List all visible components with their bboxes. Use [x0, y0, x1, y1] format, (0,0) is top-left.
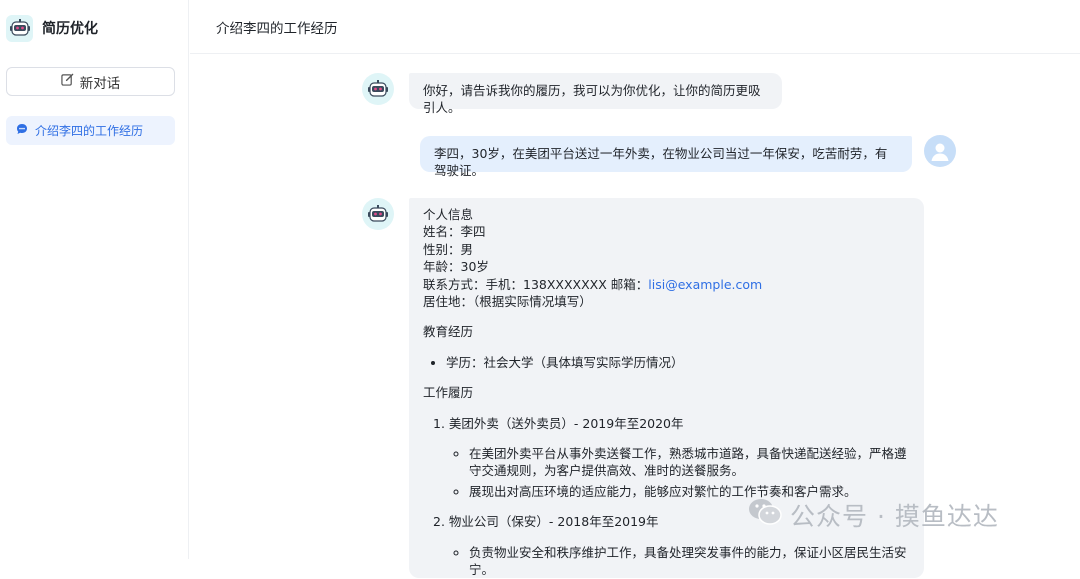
- name-line: 姓名：李四: [423, 224, 486, 240]
- new-chat-button[interactable]: 新对话: [6, 67, 175, 96]
- work-heading: 工作履历: [423, 385, 474, 401]
- residence-line: 居住地：（根据实际情况填写）: [423, 294, 592, 310]
- education-item: 学历：社会大学（具体填写实际学历情况）: [446, 354, 910, 371]
- job-item: 1. 美团外卖（送外卖员）- 2019年至2020年 在美团外卖平台从事外卖送餐…: [433, 415, 910, 501]
- gender-line: 性别：男: [423, 241, 474, 257]
- sidebar: 简历优化 新对话 介绍李四的工作经历: [0, 0, 189, 559]
- user-message-text: 李四，30岁，在美团平台送过一年外卖，在物业公司当过一年保安，吃苦耐劳，有驾驶证…: [434, 146, 888, 179]
- age-line: 年龄：30岁: [423, 259, 489, 275]
- education-list: 学历：社会大学（具体填写实际学历情况）: [423, 354, 910, 371]
- job-title: 1. 美团外卖（送外卖员）- 2019年至2020年: [433, 415, 684, 431]
- job-bullet: 负责物业安全和秩序维护工作，具备处理突发事件的能力，保证小区居民生活安宁。: [469, 544, 910, 579]
- job-bullets: 在美团外卖平台从事外卖送餐工作，熟悉城市道路，具备快递配送经验，严格遵守交通规则…: [433, 445, 910, 500]
- robot-logo-icon: [6, 14, 33, 42]
- chat-title: 介绍李四的工作经历: [216, 20, 338, 37]
- greeting-text: 你好，请告诉我你的履历，我可以为你优化，让你的简历更吸引人。: [423, 83, 761, 116]
- sidebar-item-conversation[interactable]: 介绍李四的工作经历: [6, 116, 175, 145]
- job-bullet: 在美团外卖平台从事外卖送餐工作，熟悉城市道路，具备快递配送经验，严格遵守交通规则…: [469, 445, 910, 480]
- watermark-text: 公众号 · 摸鱼达达: [790, 502, 999, 531]
- brand: 简历优化: [6, 13, 98, 43]
- conversation-label: 介绍李四的工作经历: [35, 124, 144, 138]
- job-bullets: 负责物业安全和秩序维护工作，具备处理突发事件的能力，保证小区居民生活安宁。: [433, 544, 910, 579]
- watermark: 公众号 · 摸鱼达达: [748, 497, 999, 533]
- contact-line: 联系方式：手机：138XXXXXXX 邮箱：lisi@example.com: [423, 276, 910, 293]
- personal-heading: 个人信息: [423, 207, 474, 222]
- edit-icon: [61, 73, 74, 90]
- contact-prefix: 联系方式：手机：138XXXXXXX 邮箱：: [423, 276, 649, 292]
- bot-avatar-icon: [362, 198, 394, 230]
- bot-avatar-icon: [362, 73, 394, 105]
- user-bubble: 李四，30岁，在美团平台送过一年外卖，在物业公司当过一年保安，吃苦耐劳，有驾驶证…: [420, 136, 912, 178]
- greeting-bubble: 你好，请告诉我你的履历，我可以为你优化，让你的简历更吸引人。: [409, 73, 782, 115]
- chat-bubble-icon: [16, 123, 28, 138]
- user-avatar-icon: [924, 135, 956, 167]
- new-chat-label: 新对话: [79, 75, 121, 92]
- education-heading: 教育经历: [423, 324, 474, 340]
- brand-title: 简历优化: [42, 21, 98, 37]
- chat-header: 介绍李四的工作经历: [190, 0, 1080, 54]
- wechat-icon: [748, 498, 782, 532]
- email-link[interactable]: lisi@example.com: [648, 277, 762, 292]
